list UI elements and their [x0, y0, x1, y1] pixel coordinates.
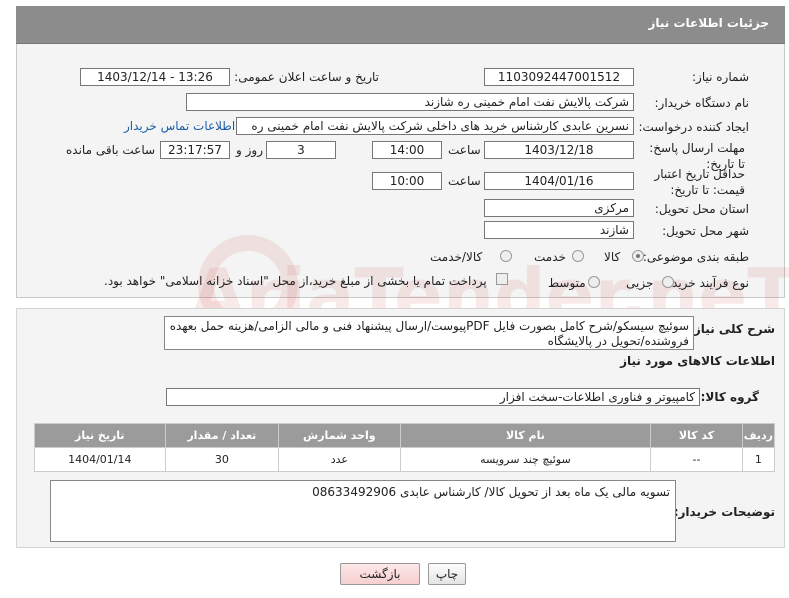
- row-date: 1404/01/14: [34, 447, 166, 472]
- page-title: جزئیات اطلاعات نیاز: [648, 16, 769, 30]
- buyer-org-field[interactable]: شرکت پالایش نفت امام خمینی ره شازند: [186, 93, 634, 111]
- validity-date-field[interactable]: 1404/01/16: [484, 172, 634, 190]
- buyer-notes-label: توضیحات خریدار:: [673, 505, 775, 519]
- row-name: سوئیچ چند سرویسه: [399, 447, 652, 472]
- remaining-label: ساعت باقی مانده: [66, 143, 156, 157]
- province-field[interactable]: مرکزی: [484, 199, 634, 217]
- category-goods-label: کالا: [604, 250, 621, 264]
- category-goods-radio[interactable]: [632, 250, 644, 262]
- remaining-time-field[interactable]: 23:17:57: [160, 141, 230, 159]
- table-row[interactable]: 1 -- سوئیچ چند سرویسه عدد 30 1404/01/14: [34, 447, 776, 472]
- row-code: --: [650, 447, 743, 472]
- creator-label: ایجاد کننده درخواست:: [638, 120, 749, 134]
- row-qty: 30: [164, 447, 280, 472]
- buyer-contact-link[interactable]: اطلاعات تماس خریدار: [124, 119, 235, 133]
- goods-group-label: گروه کالا:: [700, 390, 759, 404]
- need-number-label: شماره نیاز:: [692, 70, 749, 84]
- announce-field[interactable]: 1403/12/14 - 13:26: [80, 68, 230, 86]
- validity-time-field[interactable]: 10:00: [372, 172, 442, 190]
- validity-label: حداقل تاریخ اعتبار قیمت: تا تاریخ:: [654, 167, 745, 197]
- back-button[interactable]: بازگشت: [340, 563, 420, 585]
- deadline-date-field[interactable]: 1403/12/18: [484, 141, 634, 159]
- announce-label: تاریخ و ساعت اعلان عمومی:: [234, 70, 379, 84]
- days-field[interactable]: 3: [266, 141, 336, 159]
- category-label: طبقه بندی موضوعی:: [642, 250, 749, 264]
- col-date: تاریخ نیاز: [34, 423, 166, 448]
- print-button[interactable]: چاپ: [428, 563, 466, 585]
- col-qty: تعداد / مقدار: [164, 423, 280, 448]
- deadline-time-field[interactable]: 14:00: [372, 141, 442, 159]
- goods-table-header: ردیف کد کالا نام کالا واحد شمارش تعداد /…: [34, 423, 776, 448]
- process-partial-label: جزیی: [626, 276, 654, 290]
- goods-section-title: اطلاعات کالاهای مورد نیاز: [620, 354, 775, 368]
- process-medium-radio[interactable]: [588, 276, 600, 288]
- row-unit: عدد: [278, 447, 401, 472]
- treasury-payment-checkbox[interactable]: [496, 273, 508, 285]
- days-label: روز و: [236, 143, 263, 157]
- deadline-time-label: ساعت: [448, 143, 481, 157]
- col-code: کد کالا: [650, 423, 743, 448]
- row-index: 1: [741, 447, 776, 472]
- col-unit: واحد شمارش: [278, 423, 401, 448]
- city-label: شهر محل تحویل:: [662, 224, 749, 238]
- process-partial-radio[interactable]: [662, 276, 674, 288]
- category-service-radio[interactable]: [572, 250, 584, 262]
- col-row: ردیف: [741, 423, 776, 448]
- col-name: نام کالا: [399, 423, 652, 448]
- process-medium-label: متوسط: [548, 276, 586, 290]
- category-both-label: کالا/خدمت: [430, 250, 483, 264]
- creator-field[interactable]: نسرین عابدی کارشناس خرید های داخلی شرکت …: [236, 117, 634, 135]
- validity-time-label: ساعت: [448, 174, 481, 188]
- need-number-field[interactable]: 1103092447001512: [484, 68, 634, 86]
- buyer-notes-textarea[interactable]: تسویه مالی یک ماه بعد از تحویل کالا/ کار…: [50, 480, 676, 542]
- process-label: نوع فرآیند خرید :: [664, 276, 749, 290]
- treasury-payment-note: پرداخت تمام یا بخشی از مبلغ خرید،از محل …: [104, 274, 487, 288]
- category-both-radio[interactable]: [500, 250, 512, 262]
- category-service-label: خدمت: [534, 250, 566, 264]
- description-label: شرح کلی نیاز:: [689, 322, 775, 336]
- goods-table: ردیف کد کالا نام کالا واحد شمارش تعداد /…: [34, 423, 776, 472]
- buyer-org-label: نام دستگاه خریدار:: [654, 96, 750, 110]
- goods-group-field[interactable]: کامپیوتر و فناوری اطلاعات-سخت افزار: [166, 388, 700, 406]
- province-label: استان محل تحویل:: [654, 202, 749, 216]
- city-field[interactable]: شازند: [484, 221, 634, 239]
- description-textarea[interactable]: سوئیچ سیسکو/شرح کامل بصورت فایل PDFپیوست…: [164, 316, 694, 350]
